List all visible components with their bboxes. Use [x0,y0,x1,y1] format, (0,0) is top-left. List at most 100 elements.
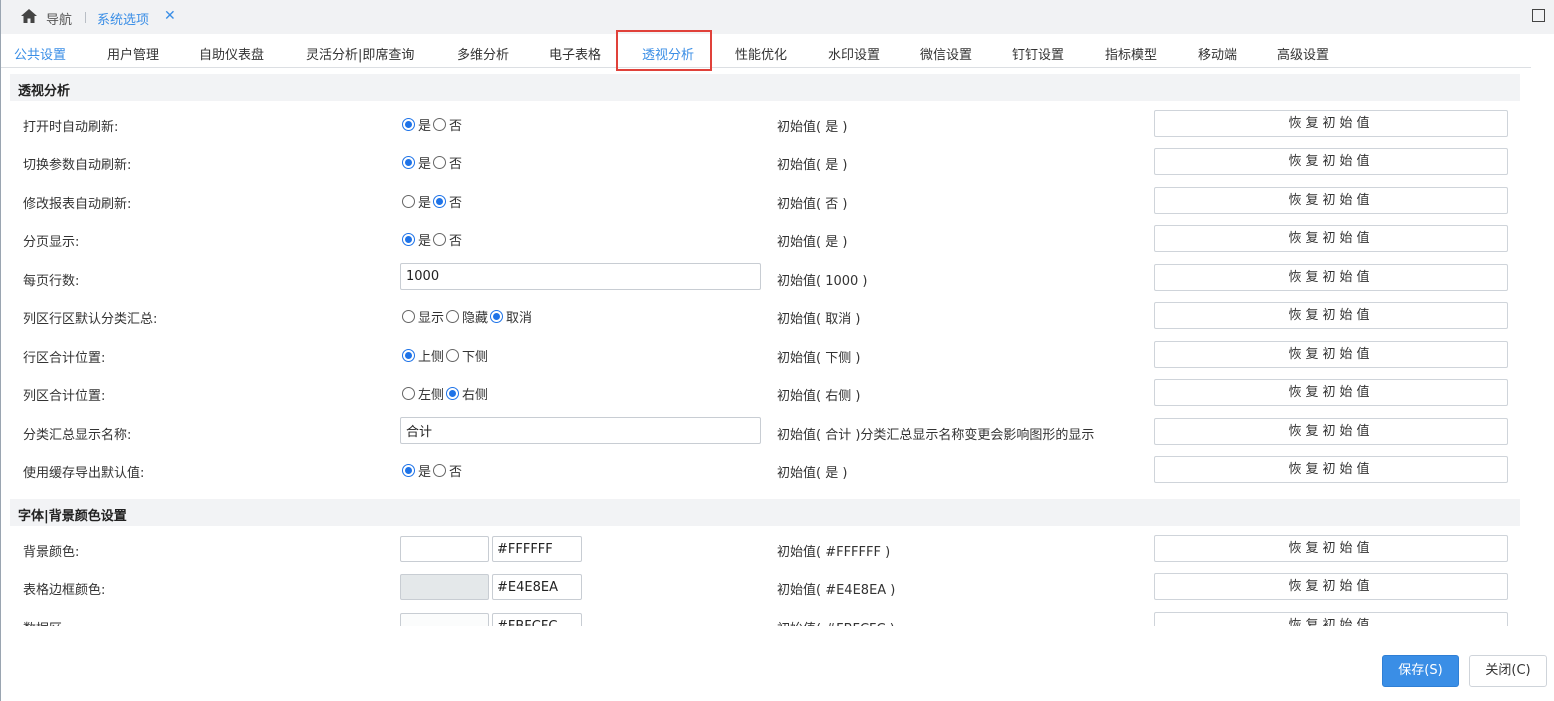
initial-value-text: 初始值( 1000 ) [777,274,868,289]
section-title: 透视分析 [18,84,71,99]
tab-user-management[interactable]: 用户管理 [107,44,159,63]
tab-watermark-settings[interactable]: 水印设置 [828,44,880,63]
radio-group: 是 否 [402,191,464,211]
reset-default-button[interactable]: 恢复初始值 [1154,418,1508,445]
initial-value-text: 初始值( 是 ) [777,235,848,250]
initial-value-text: 初始值( 是 ) [777,466,848,481]
initial-value-text: 初始值( #FFFFFF ) [777,545,891,560]
row-label: 背景颜色: [23,545,80,560]
row-label: 切换参数自动刷新: [23,158,132,173]
initial-value-text: 初始值( 是 ) [777,120,848,135]
window-left-border [0,0,1,701]
color-swatch[interactable] [400,613,489,626]
close-button[interactable]: 关闭(C) [1469,655,1547,687]
subtotal-name-input[interactable] [400,417,761,444]
tab-performance-optimization[interactable]: 性能优化 [735,44,787,63]
radio-group: 显示 隐藏 取消 [402,306,534,326]
radio-group: 是 否 [402,152,464,172]
tab-dingtalk-settings[interactable]: 钉钉设置 [1012,44,1064,63]
row-label: 表格边框颜色: [23,583,106,598]
tab-metric-model[interactable]: 指标模型 [1105,44,1157,63]
color-hex-input[interactable] [492,574,582,600]
row-label: 行区合计位置: [23,351,106,366]
settings-content: 透视分析 打开时自动刷新: 是 否 初始值( 是 ) 恢复初始值 切换参数自动刷… [10,73,1520,626]
reset-default-button[interactable]: 恢复初始值 [1154,341,1508,368]
radio-group: 左侧 右侧 [402,383,490,403]
initial-value-text: 初始值( #E4E8EA ) [777,583,896,598]
radio-group: 上侧 下侧 [402,345,490,365]
row-label: 数据区: [23,618,66,626]
reset-default-button[interactable]: 恢复初始值 [1154,379,1508,406]
active-tab-indicator [638,69,701,71]
close-icon[interactable]: ✕ [164,8,176,24]
row-label: 打开时自动刷新: [23,120,119,135]
row-label: 分页显示: [23,235,80,250]
reset-default-button[interactable]: 恢复初始值 [1154,225,1508,252]
radio-group: 是 否 [402,229,464,249]
settings-tab-bar: 公共设置 用户管理 自助仪表盘 灵活分析|即席查询 多维分析 电子表格 透视分析… [1,38,1531,68]
radio-option[interactable]: 显示 [402,307,444,326]
row-label: 列区合计位置: [23,389,106,404]
radio-option[interactable]: 是 [402,461,431,480]
tab-mobile[interactable]: 移动端 [1198,44,1237,63]
color-hex-input[interactable] [492,613,582,626]
reset-default-button[interactable]: 恢复初始值 [1154,612,1508,626]
initial-value-text: 初始值( 右侧 ) [777,389,861,404]
radio-option[interactable]: 否 [433,115,462,134]
color-swatch[interactable] [400,536,489,562]
section-header-pivot: 透视分析 [10,74,1520,101]
row-label: 列区行区默认分类汇总: [23,312,158,327]
nav-home-label[interactable]: 导航 [46,9,72,28]
row-label: 修改报表自动刷新: [23,197,132,212]
row-label: 每页行数: [23,274,80,289]
tab-pivot-analysis[interactable]: 透视分析 [642,44,694,63]
initial-value-text: 初始值( 否 ) [777,197,848,212]
maximize-icon[interactable] [1532,9,1545,22]
initial-value-text: 初始值( 取消 ) [777,312,861,327]
radio-option[interactable]: 否 [433,153,462,172]
tab-self-service-dashboard[interactable]: 自助仪表盘 [199,44,264,63]
radio-option[interactable]: 是 [402,192,431,211]
tab-spreadsheet[interactable]: 电子表格 [549,44,601,63]
reset-default-button[interactable]: 恢复初始值 [1154,456,1508,483]
radio-option[interactable]: 否 [433,230,462,249]
save-button[interactable]: 保存(S) [1382,655,1459,687]
section-header-font-background: 字体|背景颜色设置 [10,499,1520,526]
initial-value-text: 初始值( 合计 )分类汇总显示名称变更会影响图形的显示 [777,428,1095,443]
radio-option[interactable]: 是 [402,115,431,134]
radio-option[interactable]: 下侧 [446,346,488,365]
rows-per-page-input[interactable] [400,263,761,290]
reset-default-button[interactable]: 恢复初始值 [1154,302,1508,329]
radio-option[interactable]: 否 [433,192,462,211]
open-tab-system-options[interactable]: 系统选项 [97,9,149,28]
reset-default-button[interactable]: 恢复初始值 [1154,535,1508,562]
row-label: 分类汇总显示名称: [23,428,132,443]
tab-multidimensional-analysis[interactable]: 多维分析 [457,44,509,63]
radio-option[interactable]: 隐藏 [446,307,488,326]
tab-wechat-settings[interactable]: 微信设置 [920,44,972,63]
reset-default-button[interactable]: 恢复初始值 [1154,110,1508,137]
nav-separator [85,12,86,23]
color-swatch[interactable] [400,574,489,600]
tab-public-settings[interactable]: 公共设置 [14,44,66,63]
tab-advanced-settings[interactable]: 高级设置 [1277,44,1329,63]
radio-option[interactable]: 是 [402,230,431,249]
radio-option[interactable]: 否 [433,461,462,480]
initial-value-text: 初始值( 是 ) [777,158,848,173]
color-hex-input[interactable] [492,536,582,562]
radio-option[interactable]: 上侧 [402,346,444,365]
section-title: 字体|背景颜色设置 [18,509,127,524]
radio-option[interactable]: 是 [402,153,431,172]
reset-default-button[interactable]: 恢复初始值 [1154,187,1508,214]
reset-default-button[interactable]: 恢复初始值 [1154,573,1508,600]
tab-flexible-analysis[interactable]: 灵活分析|即席查询 [306,44,414,63]
initial-value-text: 初始值( 下侧 ) [777,351,861,366]
reset-default-button[interactable]: 恢复初始值 [1154,148,1508,175]
radio-option[interactable]: 右侧 [446,384,488,403]
row-label: 使用缓存导出默认值: [23,466,145,481]
radio-option[interactable]: 取消 [490,307,532,326]
reset-default-button[interactable]: 恢复初始值 [1154,264,1508,291]
top-navigation-bar: 导航 系统选项 ✕ [1,0,1554,34]
radio-option[interactable]: 左侧 [402,384,444,403]
home-icon[interactable] [20,8,38,24]
